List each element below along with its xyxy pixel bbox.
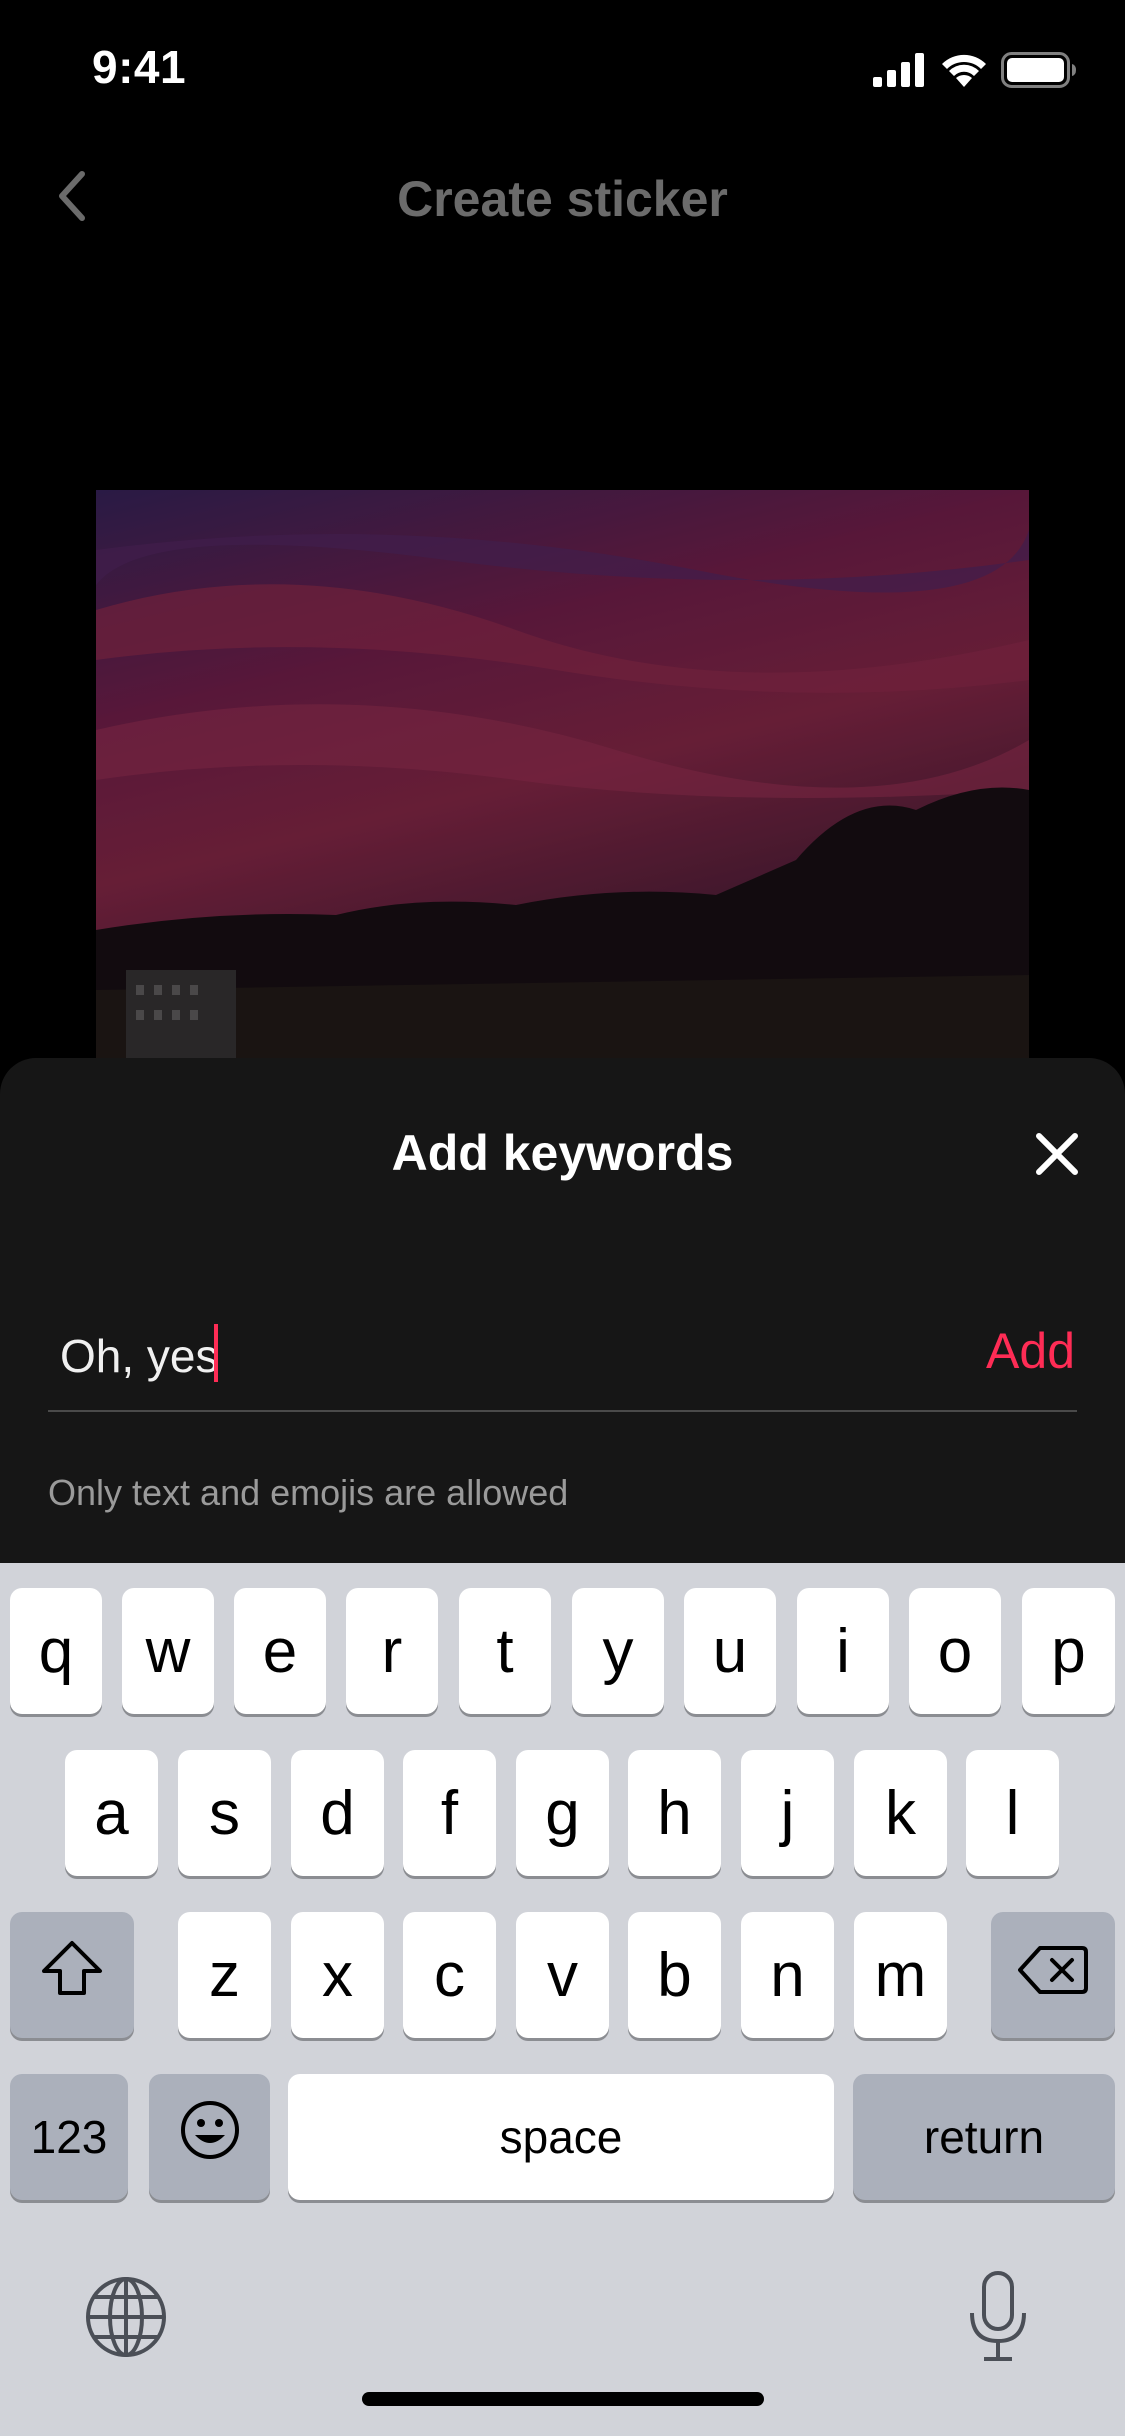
nav-bar: Create sticker	[0, 150, 1125, 246]
key-o[interactable]: o	[909, 1588, 1001, 1714]
key-c[interactable]: c	[403, 1912, 496, 2038]
wifi-icon	[941, 53, 987, 92]
key-u[interactable]: u	[684, 1588, 776, 1714]
key-n[interactable]: n	[741, 1912, 834, 2038]
emoji-key[interactable]	[149, 2074, 270, 2200]
key-w[interactable]: w	[122, 1588, 214, 1714]
space-key[interactable]: space	[288, 2074, 834, 2200]
delete-icon	[1018, 1940, 1088, 2011]
key-g[interactable]: g	[516, 1750, 609, 1876]
page-title: Create sticker	[397, 171, 728, 227]
microphone-button[interactable]	[966, 2269, 1030, 2365]
key-r[interactable]: r	[346, 1588, 438, 1714]
add-button[interactable]: Add	[986, 1322, 1075, 1380]
battery-icon	[1001, 52, 1077, 93]
key-i[interactable]: i	[797, 1588, 889, 1714]
key-f[interactable]: f	[403, 1750, 496, 1876]
key-s[interactable]: s	[178, 1750, 271, 1876]
status-bar: 9:41	[0, 0, 1125, 132]
key-h[interactable]: h	[628, 1750, 721, 1876]
microphone-icon	[966, 2271, 1030, 2369]
key-v[interactable]: v	[516, 1912, 609, 2038]
sticker-image	[96, 490, 1029, 1060]
return-key[interactable]: return	[853, 2074, 1115, 2200]
key-e[interactable]: e	[234, 1588, 326, 1714]
status-icons	[873, 52, 1077, 93]
key-q[interactable]: q	[10, 1588, 102, 1714]
key-a[interactable]: a	[65, 1750, 158, 1876]
emoji-icon	[179, 2099, 241, 2176]
key-b[interactable]: b	[628, 1912, 721, 2038]
key-t[interactable]: t	[459, 1588, 551, 1714]
close-icon	[1035, 1132, 1079, 1181]
key-z[interactable]: z	[178, 1912, 271, 2038]
globe-button[interactable]	[84, 2275, 168, 2359]
key-l[interactable]: l	[966, 1750, 1059, 1876]
key-k[interactable]: k	[854, 1750, 947, 1876]
keyword-field-row: Add	[48, 1300, 1077, 1412]
home-indicator	[362, 2392, 764, 2406]
add-keywords-sheet: Add keywords Add Only text and emojis ar…	[0, 1058, 1125, 1578]
key-m[interactable]: m	[854, 1912, 947, 2038]
shift-key[interactable]	[10, 1912, 134, 2038]
key-y[interactable]: y	[572, 1588, 664, 1714]
delete-key[interactable]	[991, 1912, 1115, 2038]
numbers-key[interactable]: 123	[10, 2074, 128, 2200]
text-caret	[214, 1324, 218, 1382]
key-j[interactable]: j	[741, 1750, 834, 1876]
keyword-input[interactable]	[60, 1326, 880, 1386]
keyboard: q w e r t y u i o p a s d f g h j k l z …	[0, 1563, 1125, 2436]
close-button[interactable]	[1025, 1124, 1089, 1188]
signal-icon	[873, 53, 927, 92]
input-hint: Only text and emojis are allowed	[48, 1472, 569, 1513]
status-time: 9:41	[92, 41, 187, 93]
shift-icon	[40, 1939, 104, 2012]
key-d[interactable]: d	[291, 1750, 384, 1876]
globe-icon	[84, 2277, 168, 2363]
key-x[interactable]: x	[291, 1912, 384, 2038]
sheet-title: Add keywords	[391, 1125, 734, 1181]
key-p[interactable]: p	[1022, 1588, 1115, 1714]
